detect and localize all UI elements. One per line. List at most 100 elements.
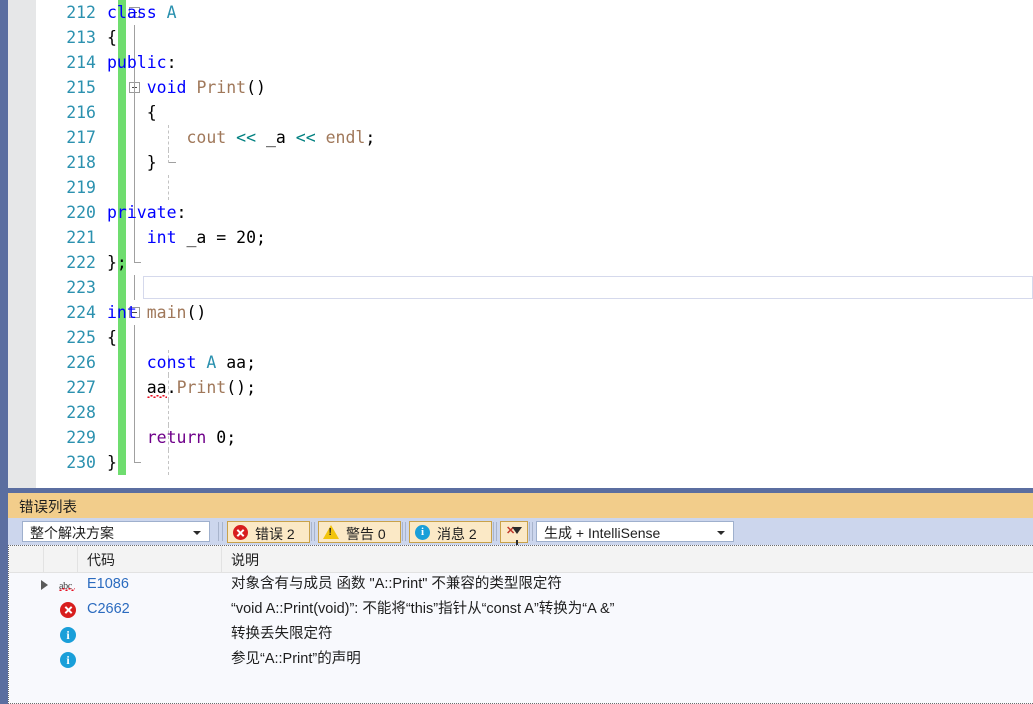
code-token: return: [146, 428, 207, 447]
code-token: ();: [226, 378, 257, 397]
grid-header-row: 代码 说明: [9, 546, 1033, 573]
line-number: 227: [66, 378, 96, 397]
change-bar: [118, 325, 126, 350]
code-token: 0: [216, 428, 227, 447]
column-divider[interactable]: [43, 546, 44, 572]
warnings-filter-button[interactable]: 警告 0: [318, 521, 401, 543]
info-circle-icon: [59, 652, 76, 668]
code-line[interactable]: 212 class A: [36, 0, 1033, 25]
panel-left-edge: [0, 493, 8, 704]
toolbar-separator: [222, 522, 223, 541]
source-filter-value: 生成 + IntelliSense: [544, 525, 661, 541]
messages-filter-label: 消息 2: [437, 526, 477, 542]
code-token: Print: [176, 378, 227, 397]
code-line[interactable]: 215 void Print(): [36, 75, 1033, 100]
code-line[interactable]: 227 aa.Print();: [36, 375, 1033, 400]
code-token: _a: [256, 128, 296, 147]
structure-guide-line: [134, 400, 135, 425]
column-header-code[interactable]: 代码: [87, 550, 115, 570]
code-token: const: [146, 353, 197, 372]
code-line[interactable]: 228: [36, 400, 1033, 425]
line-number: 226: [66, 353, 96, 372]
errors-filter-button[interactable]: 错误 2: [227, 521, 310, 543]
code-line[interactable]: 214 public:: [36, 50, 1033, 75]
line-number: 218: [66, 153, 96, 172]
table-row[interactable]: 参见“A::Print”的声明: [9, 647, 1033, 672]
code-line[interactable]: 225 {: [36, 325, 1033, 350]
code-line[interactable]: 219: [36, 175, 1033, 200]
code-line[interactable]: 222};: [36, 250, 1033, 275]
code-token: endl: [325, 128, 366, 147]
toolbar-separator: [496, 522, 497, 541]
error-code-cell[interactable]: C2662: [87, 597, 130, 622]
error-circle-icon: [233, 525, 248, 540]
column-divider[interactable]: [77, 546, 78, 572]
line-number: 212: [66, 3, 96, 22]
change-bar: [118, 25, 126, 50]
source-filter-dropdown[interactable]: 生成 + IntelliSense: [536, 521, 734, 542]
error-description-cell: 参见“A::Print”的声明: [231, 651, 361, 667]
warning-triangle-icon: [323, 525, 339, 539]
code-text: int main(): [107, 300, 206, 325]
error-list-title-bar: 错误列表: [8, 493, 1033, 518]
code-token: {: [107, 328, 117, 347]
change-bar: [118, 400, 126, 425]
code-line[interactable]: 217 cout << _a << endl;: [36, 125, 1033, 150]
error-list-panel: 错误列表 整个解决方案 错误 2 警告 0 消息 2 ✕: [0, 493, 1033, 704]
table-row[interactable]: abc E1086 对象含有与成员 函数 "A::Print" 不兼容的类型限定符: [9, 572, 1033, 597]
line-number: 213: [66, 28, 96, 47]
code-text: };: [107, 250, 127, 275]
code-token: int: [146, 228, 177, 247]
error-code-cell[interactable]: E1086: [87, 572, 129, 597]
code-token: 20: [236, 228, 257, 247]
messages-filter-button[interactable]: 消息 2: [409, 521, 492, 543]
table-row[interactable]: 转换丢失限定符: [9, 622, 1033, 647]
line-number: 217: [66, 128, 96, 147]
code-line[interactable]: 226 const A aa;: [36, 350, 1033, 375]
code-token: .: [166, 378, 177, 397]
code-line[interactable]: 220 private:: [36, 200, 1033, 225]
structure-guide-line: [168, 450, 169, 475]
code-line[interactable]: 230}: [36, 450, 1033, 475]
code-token: ;: [226, 428, 237, 447]
toolbar-separator: [314, 522, 315, 541]
expand-triangle-icon[interactable]: [41, 580, 48, 590]
structure-guide-line: [168, 175, 169, 200]
code-line[interactable]: 221 int _a = 20;: [36, 225, 1033, 250]
line-number: 219: [66, 178, 96, 197]
scope-filter-dropdown[interactable]: 整个解决方案: [22, 521, 210, 542]
code-line[interactable]: 218 }: [36, 150, 1033, 175]
code-line[interactable]: 223: [36, 275, 1033, 300]
code-line[interactable]: 216 {: [36, 100, 1033, 125]
code-line[interactable]: 229 return 0;: [36, 425, 1033, 450]
structure-guide-line: [168, 400, 169, 425]
table-row[interactable]: C2662 “void A::Print(void)”: 不能将“this”指针从…: [9, 597, 1033, 622]
code-token: A: [166, 3, 177, 22]
column-header-description[interactable]: 说明: [231, 550, 259, 570]
code-text: int _a = 20;: [107, 225, 266, 250]
grid-rows-container[interactable]: abc E1086 对象含有与成员 函数 "A::Print" 不兼容的类型限定符 C…: [9, 572, 1033, 672]
code-line[interactable]: 213 {: [36, 25, 1033, 50]
line-number: 225: [66, 328, 96, 347]
code-line[interactable]: 224 int main(): [36, 300, 1033, 325]
editor-selection-margin[interactable]: [8, 0, 36, 488]
toolbar-separator: [532, 522, 533, 541]
warnings-filter-label: 警告 0: [346, 526, 386, 542]
code-text: return 0;: [107, 425, 236, 450]
code-token: class: [107, 3, 157, 22]
line-number: 228: [66, 403, 96, 422]
line-number: 224: [66, 303, 96, 322]
clear-filter-button[interactable]: ✕: [500, 521, 528, 545]
code-token: }: [107, 153, 157, 172]
code-editor[interactable]: 212 class A 213{214 public: 215 void Print()…: [0, 0, 1033, 488]
toolbar-separator: [311, 522, 312, 541]
code-lines-container[interactable]: 212 class A 213{214 public: 215 void Print()…: [36, 0, 1033, 488]
errors-filter-label: 错误 2: [255, 526, 295, 542]
toolbar-separator: [529, 522, 530, 541]
column-divider[interactable]: [221, 546, 222, 572]
chevron-down-icon: [717, 531, 725, 535]
error-list-grid[interactable]: 代码 说明 abc E1086 对象含有与成员 函数 "A::Print" 不兼容的…: [8, 545, 1033, 704]
